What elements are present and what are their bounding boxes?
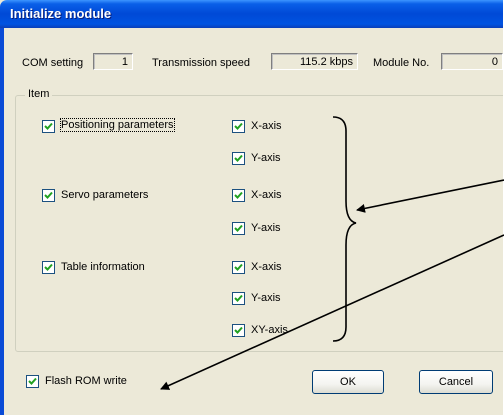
arrow-to-brace <box>356 179 504 213</box>
arrow-to-flash-rom <box>160 234 504 390</box>
annotation-overlay <box>160 116 504 390</box>
